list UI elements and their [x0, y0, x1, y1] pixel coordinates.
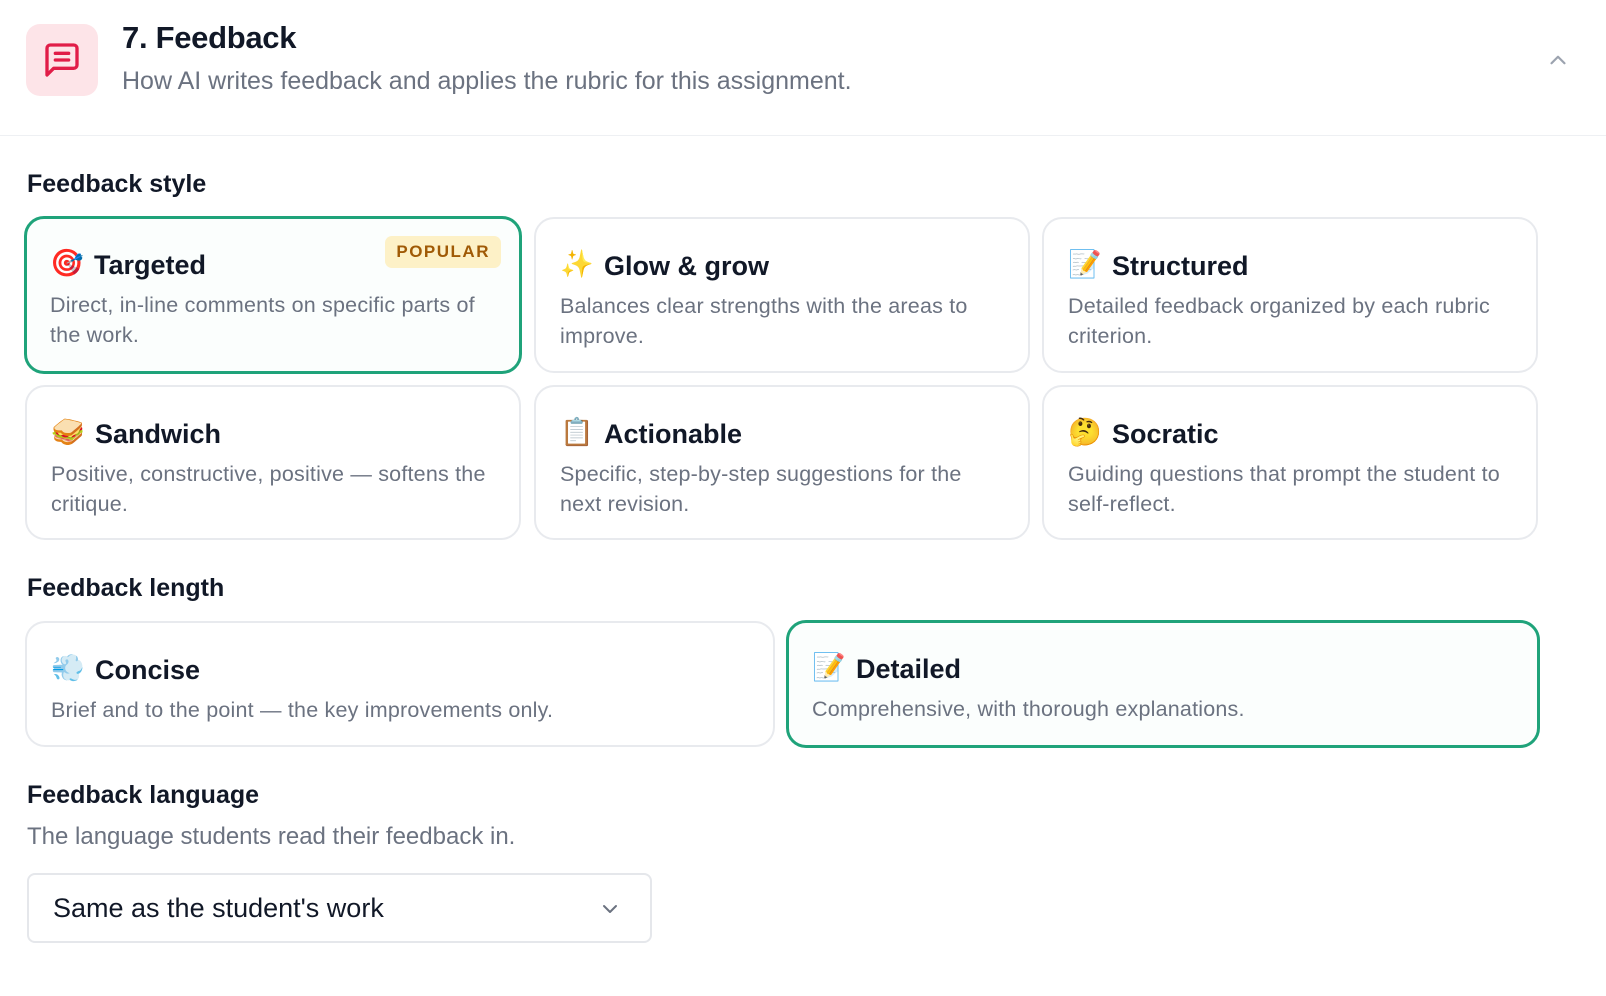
feedback-length-label: Feedback length — [27, 574, 225, 602]
option-title: Actionable — [604, 419, 743, 449]
option-title: Detailed — [856, 654, 962, 684]
sandwich-icon: 🥪 — [51, 417, 85, 448]
style-option-glow-grow[interactable]: ✨ Glow & grow Balances clear strengths w… — [534, 217, 1030, 373]
option-title: Sandwich — [95, 419, 222, 449]
style-option-socratic[interactable]: 🤔 Socratic Guiding questions that prompt… — [1042, 385, 1538, 540]
style-option-targeted[interactable]: 🎯 Targeted POPULAR Direct, in-line comme… — [24, 216, 522, 374]
clipboard-icon: 📋 — [560, 417, 594, 448]
option-description: Positive, constructive, positive — softe… — [51, 462, 486, 516]
section-subtitle: How AI writes feedback and applies the r… — [122, 67, 852, 95]
target-icon: 🎯 — [50, 248, 84, 279]
option-title: Concise — [95, 655, 201, 685]
style-option-sandwich[interactable]: 🥪 Sandwich Positive, constructive, posit… — [25, 385, 521, 540]
feedback-language-label: Feedback language — [27, 781, 260, 809]
option-title: Structured — [1112, 251, 1249, 281]
dash-wind-icon: 💨 — [51, 653, 85, 684]
option-title: Socratic — [1112, 419, 1219, 449]
select-value: Same as the student's work — [53, 893, 384, 923]
feedback-language-select[interactable]: Same as the student's work — [27, 873, 652, 943]
option-description: Specific, step-by-step suggestions for t… — [560, 462, 962, 516]
option-description: Guiding questions that prompt the studen… — [1068, 462, 1500, 516]
option-description: Direct, in-line comments on specific par… — [50, 293, 475, 347]
popular-badge: POPULAR — [385, 236, 501, 268]
length-option-detailed[interactable]: 📝 Detailed Comprehensive, with thorough … — [786, 620, 1540, 748]
section-title: 7. Feedback — [122, 20, 297, 55]
option-description: Brief and to the point — the key improve… — [51, 698, 554, 722]
option-title: Targeted — [94, 250, 207, 280]
sparkles-icon: ✨ — [560, 249, 594, 280]
thinking-face-icon: 🤔 — [1068, 417, 1102, 448]
chevron-down-icon — [603, 905, 617, 913]
style-option-actionable[interactable]: 📋 Actionable Specific, step-by-step sugg… — [534, 385, 1030, 540]
feedback-language-subtitle: The language students read their feedbac… — [27, 823, 516, 850]
option-description: Balances clear strengths with the areas … — [560, 294, 968, 348]
message-square-text-icon — [26, 24, 98, 96]
option-title: Glow & grow — [604, 251, 769, 281]
memo-icon: 📝 — [812, 652, 846, 683]
chevron-up-icon[interactable] — [1542, 44, 1574, 76]
style-option-structured[interactable]: 📝 Structured Detailed feedback organized… — [1042, 217, 1538, 373]
feedback-style-label: Feedback style — [27, 170, 207, 198]
section-header[interactable]: 7. Feedback How AI writes feedback and a… — [0, 0, 1606, 136]
option-description: Detailed feedback organized by each rubr… — [1068, 294, 1490, 348]
length-option-concise[interactable]: 💨 Concise Brief and to the point — the k… — [25, 621, 775, 747]
option-description: Comprehensive, with thorough explanation… — [812, 697, 1245, 721]
memo-icon: 📝 — [1068, 249, 1102, 280]
